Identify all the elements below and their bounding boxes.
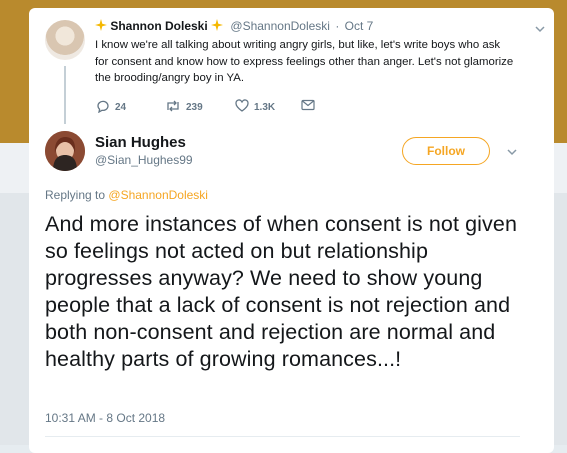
like-count: 1.3K [254,102,276,113]
sparkle-emoji-icon [211,19,224,31]
chevron-down-icon[interactable] [534,22,546,40]
thread-connector-line [64,66,66,124]
replying-to-line: Replying to @ShannonDoleski [45,188,208,202]
tweet-timestamp[interactable]: 10:31 AM - 8 Oct 2018 [45,411,165,425]
replying-to-prefix: Replying to [45,188,106,202]
parent-author-handle[interactable]: @ShannonDoleski [230,19,330,33]
follow-button[interactable]: Follow [402,137,490,165]
like-icon [235,99,249,116]
main-tweet-text: And more instances of when consent is no… [45,212,517,371]
retweet-icon [165,99,181,116]
parent-tweet-text: I know we're all talking about writing a… [95,39,514,84]
chevron-down-icon[interactable] [506,145,518,163]
main-author-name[interactable]: Sian Hughes [95,134,186,151]
main-author-avatar[interactable] [45,131,85,171]
retweet-count: 239 [186,102,203,113]
reply-icon [96,99,110,116]
separator-dot: · [335,19,340,33]
retweet-button[interactable]: 239 [165,99,203,116]
tweet-card: Shannon Doleski @ShannonDoleski · Oct 7 … [29,8,554,453]
reply-button[interactable]: 24 [96,99,126,116]
parent-author-name[interactable]: Shannon Doleski [110,19,207,33]
direct-message-button[interactable] [301,99,315,114]
reply-count: 24 [115,102,127,113]
sparkle-emoji-icon [95,19,107,31]
direct-message-icon [301,99,315,114]
divider [45,436,520,437]
main-author-handle[interactable]: @Sian_Hughes99 [95,153,193,167]
parent-tweet-header: Shannon Doleski @ShannonDoleski · Oct 7 [95,19,373,33]
like-button[interactable]: 1.3K [235,99,275,116]
parent-author-avatar[interactable] [45,20,85,60]
replying-to-link[interactable]: @ShannonDoleski [108,188,208,202]
parent-tweet-date[interactable]: Oct 7 [345,19,374,33]
